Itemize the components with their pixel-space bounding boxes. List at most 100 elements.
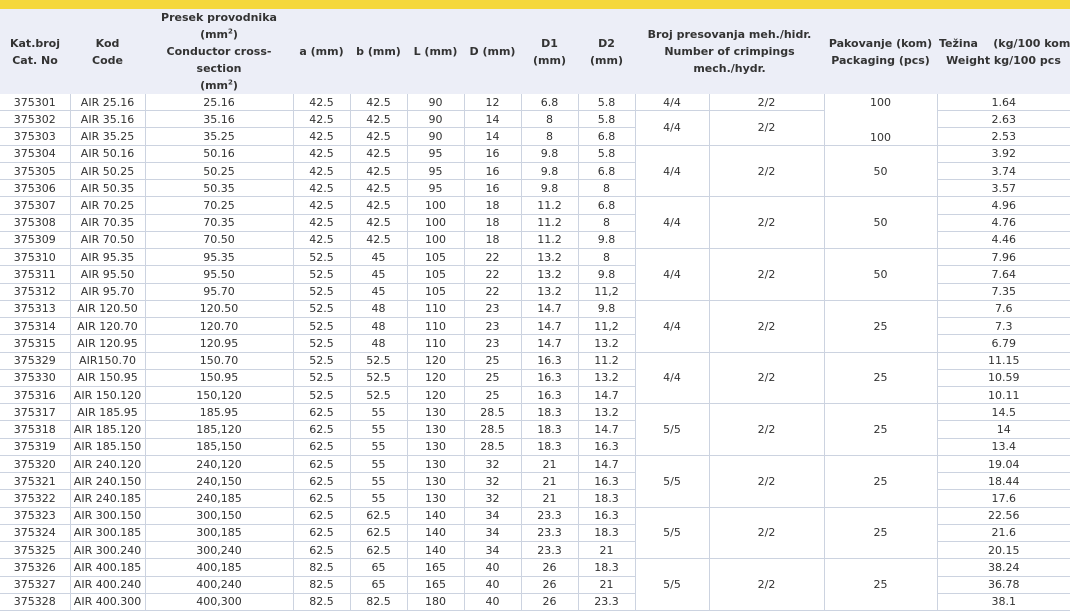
cell-b: 42.5	[350, 110, 408, 129]
cell-code: AIR 150.95	[70, 369, 146, 387]
cell-l: 130	[407, 403, 465, 422]
cell-cross-section: 185,120	[145, 420, 294, 439]
cell-cat-no: 375325	[0, 541, 71, 560]
cell-weight: 7.96	[937, 248, 1070, 267]
header-d2: D2 (mm)	[578, 9, 635, 94]
cell-weight: 7.6	[937, 300, 1070, 319]
cell-weight: 14.5	[937, 403, 1070, 422]
cell-a: 42.5	[293, 127, 351, 146]
cell-b: 52.5	[350, 369, 408, 387]
cell-cat-no: 375324	[0, 524, 71, 543]
cell-a: 62.5	[293, 472, 351, 491]
cell-cross-section: 95.35	[145, 248, 294, 267]
cell-code: AIR 400.300	[70, 593, 146, 611]
cell-d2: 9.8	[578, 265, 636, 284]
cell-cat-no: 375305	[0, 162, 71, 181]
cell-a: 62.5	[293, 524, 351, 543]
cell-a: 42.5	[293, 162, 351, 181]
cell-d1: 21	[521, 455, 579, 474]
cell-cross-section: 150,120	[145, 386, 294, 405]
cell-d: 23	[464, 334, 522, 353]
cell-cross-section: 185.95	[145, 403, 294, 422]
cell-code: AIR 240.150	[70, 472, 146, 491]
cell-cross-section: 70.25	[145, 196, 294, 215]
cell-weight: 4.96	[937, 196, 1070, 215]
cell-crimp-hydr: 2/2	[709, 248, 825, 301]
cell-d1: 23.3	[521, 524, 579, 543]
cell-d: 25	[464, 386, 522, 405]
cell-code: AIR 150.120	[70, 386, 146, 405]
cell-cat-no: 375318	[0, 420, 71, 439]
header-cat-no: Kat.broj Cat. No	[0, 9, 70, 94]
cell-a: 52.5	[293, 386, 351, 405]
cell-l: 120	[407, 369, 465, 387]
cell-d: 40	[464, 593, 522, 611]
cell-b: 62.5	[350, 541, 408, 560]
cell-cat-no: 375317	[0, 403, 71, 422]
cell-crimp-mech: 4/4	[635, 196, 710, 250]
cell-crimp-hydr: 2/2	[709, 455, 825, 508]
cell-a: 42.5	[293, 179, 351, 198]
cell-cat-no: 375303	[0, 127, 71, 146]
cell-d: 22	[464, 283, 522, 301]
cell-a: 62.5	[293, 507, 351, 525]
header-a: a (mm)	[293, 9, 350, 94]
cell-cross-section: 50.25	[145, 162, 294, 181]
cell-a: 82.5	[293, 558, 351, 577]
cell-b: 42.5	[350, 127, 408, 146]
cell-d1: 11.2	[521, 196, 579, 215]
cell-weight: 1.64	[937, 94, 1070, 112]
cell-packaging: 100	[824, 110, 938, 146]
cell-weight: 18.44	[937, 472, 1070, 491]
cell-d2: 5.8	[578, 145, 636, 163]
cell-d: 25	[464, 369, 522, 387]
cell-a: 52.5	[293, 369, 351, 387]
cell-packaging: 50	[824, 248, 938, 301]
cell-d: 32	[464, 472, 522, 491]
cell-weight: 14	[937, 420, 1070, 439]
cell-a: 42.5	[293, 110, 351, 129]
table-row: 375323 AIR 300.150 300,150 62.5 62.5 140 34 23.…	[0, 507, 1070, 560]
cell-packaging: 25	[824, 507, 938, 560]
cell-cat-no: 375314	[0, 317, 71, 336]
cell-code: AIR 240.120	[70, 455, 146, 474]
cell-d2: 8	[578, 179, 636, 198]
header-cross-section: Presek provodnika (mm2) Conductor cross-…	[145, 9, 293, 94]
cell-b: 48	[350, 317, 408, 336]
cell-d: 18	[464, 196, 522, 215]
cell-cat-no: 375322	[0, 489, 71, 508]
cell-weight: 4.46	[937, 231, 1070, 250]
cell-l: 165	[407, 558, 465, 577]
cell-cat-no: 375311	[0, 265, 71, 284]
cell-a: 62.5	[293, 403, 351, 422]
cell-weight: 10.59	[937, 369, 1070, 387]
cell-packaging: 50	[824, 196, 938, 250]
cell-cat-no: 375304	[0, 145, 71, 163]
cell-crimp-mech: 5/5	[635, 455, 710, 508]
cell-l: 110	[407, 334, 465, 353]
table-row: 375326 AIR 400.185 400,185 82.5 65 165 40 26 18.…	[0, 558, 1070, 611]
cell-l: 110	[407, 317, 465, 336]
cell-l: 105	[407, 248, 465, 267]
cell-d2: 21	[578, 576, 636, 594]
cell-b: 65	[350, 576, 408, 594]
cell-code: AIR 300.150	[70, 507, 146, 525]
cell-b: 55	[350, 438, 408, 456]
header-row: Kat.broj Cat. No Kod Code Presek provodn…	[0, 9, 1070, 94]
cell-packaging: 50	[824, 145, 938, 198]
cell-cross-section: 300,185	[145, 524, 294, 543]
cell-d: 28.5	[464, 438, 522, 456]
cell-d: 28.5	[464, 403, 522, 422]
cell-b: 42.5	[350, 162, 408, 181]
cell-weight: 21.6	[937, 524, 1070, 543]
cell-crimp-hydr: 2/2	[709, 94, 825, 112]
cell-crimp-hydr: 2/2	[709, 507, 825, 560]
cell-cat-no: 375310	[0, 248, 71, 267]
cell-crimp-mech: 5/5	[635, 403, 710, 456]
cell-d2: 18.3	[578, 558, 636, 577]
cell-cat-no: 375312	[0, 283, 71, 301]
cell-cross-section: 400,185	[145, 558, 294, 577]
cell-d1: 13.2	[521, 248, 579, 267]
cell-d: 23	[464, 300, 522, 319]
cell-d: 18	[464, 231, 522, 250]
